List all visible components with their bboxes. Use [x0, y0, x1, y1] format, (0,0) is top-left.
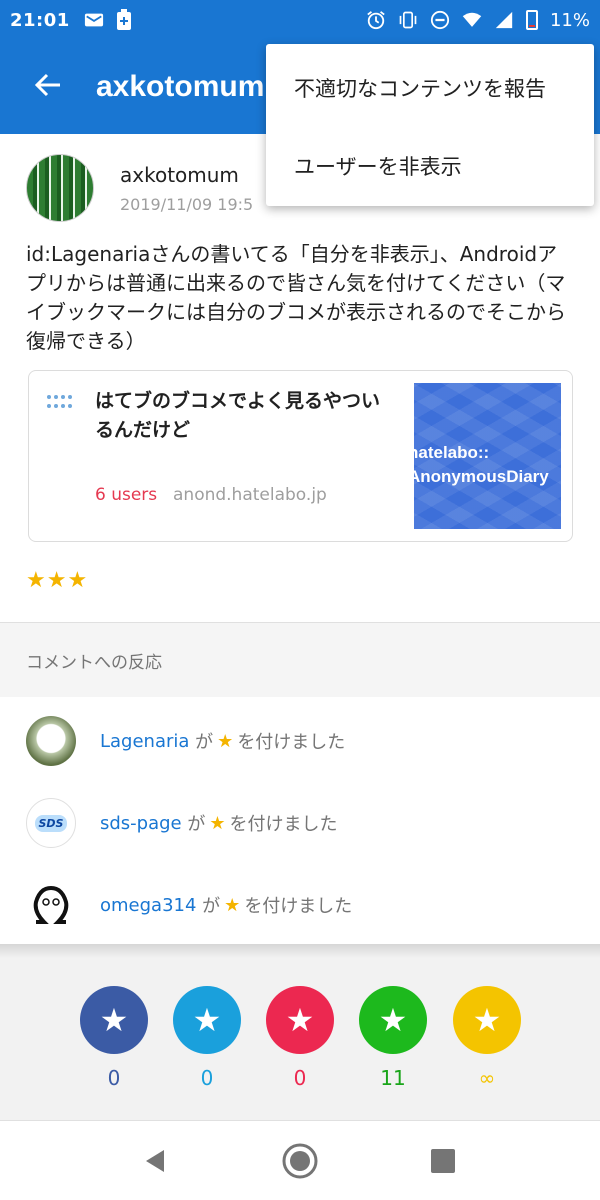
battery-plus-icon — [114, 9, 134, 30]
avatar[interactable] — [26, 154, 94, 222]
post-stars[interactable]: ★★★ — [26, 568, 88, 593]
star-icon: ★ — [99, 1001, 129, 1039]
battery-percent: 11% — [549, 9, 590, 31]
menu-item-report[interactable]: 不適切なコンテンツを報告 — [266, 49, 594, 127]
reaction-ga: が — [195, 732, 214, 753]
reaction-action: を付けました — [229, 814, 338, 835]
reaction-user[interactable]: sds-page — [100, 813, 182, 834]
overflow-menu: 不適切なコンテンツを報告 ユーザーを非表示 — [266, 44, 594, 206]
omega-avatar-icon — [33, 885, 69, 924]
back-triangle-icon — [146, 1150, 164, 1172]
link-card-title[interactable]: はてブのブコメでよく見るやついるんだけど — [95, 387, 385, 445]
alarm-icon — [366, 10, 386, 30]
favicon-icon — [47, 395, 73, 411]
star-count-yellow: ∞ — [478, 1066, 496, 1090]
status-time: 21:01 — [10, 9, 70, 31]
back-button[interactable] — [0, 40, 96, 134]
post-date: 2019/11/09 19:5 — [120, 194, 254, 214]
author-row[interactable]: axkotomum 2019/11/09 19:5 — [26, 154, 253, 222]
star-button-blue[interactable]: ★ — [80, 986, 148, 1054]
star-icon: ★ — [217, 730, 234, 752]
star-icon: ★ — [285, 1001, 315, 1039]
reaction-action: を付けました — [244, 896, 353, 917]
nav-back-button[interactable] — [135, 1141, 175, 1181]
star-icon: ★ — [378, 1001, 408, 1039]
star-panel: ★ 0 ★ 0 ★ 0 ★ 11 ★ ∞ — [0, 958, 600, 1120]
page-title: axkotomum — [96, 70, 265, 103]
author-name[interactable]: axkotomum — [120, 163, 253, 187]
link-domain: anond.hatelabo.jp — [173, 485, 327, 505]
nav-recents-button[interactable] — [423, 1141, 463, 1181]
signal-icon — [494, 10, 514, 30]
avatar[interactable] — [26, 716, 76, 766]
recents-square-icon — [431, 1149, 455, 1173]
reaction-ga: が — [187, 814, 206, 835]
status-bar: 21:01 11% — [0, 0, 600, 40]
system-nav-bar — [0, 1120, 600, 1200]
star-icon: ★ — [209, 812, 226, 834]
comment-text: id:Lagenariaさんの書いてる「自分を非表示」、Androidアプリから… — [26, 242, 566, 353]
star-icon: ★ — [224, 894, 241, 916]
avatar-text: SDS — [34, 814, 68, 832]
reaction-ga: が — [202, 896, 221, 917]
star-button-green[interactable]: ★ — [359, 986, 427, 1054]
list-item[interactable]: Lagenaria が ★ を付けました — [0, 700, 600, 782]
wifi-icon — [462, 10, 482, 30]
list-item[interactable]: omega314 が ★ を付けました — [0, 864, 600, 946]
dnd-icon — [430, 10, 450, 30]
list-item[interactable]: SDS sds-page が ★ を付けました — [0, 782, 600, 864]
avatar[interactable]: SDS — [26, 798, 76, 848]
nav-home-button[interactable] — [280, 1141, 320, 1181]
reaction-user[interactable]: omega314 — [100, 895, 196, 916]
battery-icon — [525, 10, 538, 30]
users-count[interactable]: 6 users — [95, 485, 157, 505]
reactions-list: Lagenaria が ★ を付けました SDS sds-page が ★ を付けました… — [0, 700, 600, 946]
avatar[interactable] — [26, 880, 76, 930]
star-button-yellow[interactable]: ★ — [453, 986, 521, 1054]
home-circle-icon — [282, 1143, 318, 1179]
star-count-green: 11 — [380, 1066, 406, 1090]
reaction-action: を付けました — [237, 732, 346, 753]
star-icon: ★ — [472, 1001, 502, 1039]
star-count-blue: 0 — [107, 1066, 121, 1090]
star-icon: ★ — [192, 1001, 222, 1039]
star-count-light-blue: 0 — [200, 1066, 214, 1090]
star-button-red[interactable]: ★ — [266, 986, 334, 1054]
panel-divider — [0, 944, 600, 958]
link-card[interactable]: はてブのブコメでよく見るやついるんだけど 6 users anond.hatel… — [28, 370, 573, 542]
reactions-header: コメントへの反応 — [0, 623, 600, 697]
star-button-light-blue[interactable]: ★ — [173, 986, 241, 1054]
thumbnail-line-1: hatelabo:: — [414, 443, 490, 462]
star-count-red: 0 — [293, 1066, 307, 1090]
message-icon — [84, 10, 104, 30]
menu-item-hide-user[interactable]: ユーザーを非表示 — [266, 127, 594, 205]
arrow-left-icon — [33, 70, 63, 104]
vibrate-icon — [398, 10, 418, 30]
thumbnail-line-2: AnonymousDiary — [414, 467, 549, 486]
reaction-user[interactable]: Lagenaria — [100, 731, 189, 752]
link-thumbnail[interactable]: hatelabo:: AnonymousDiary — [414, 383, 561, 529]
